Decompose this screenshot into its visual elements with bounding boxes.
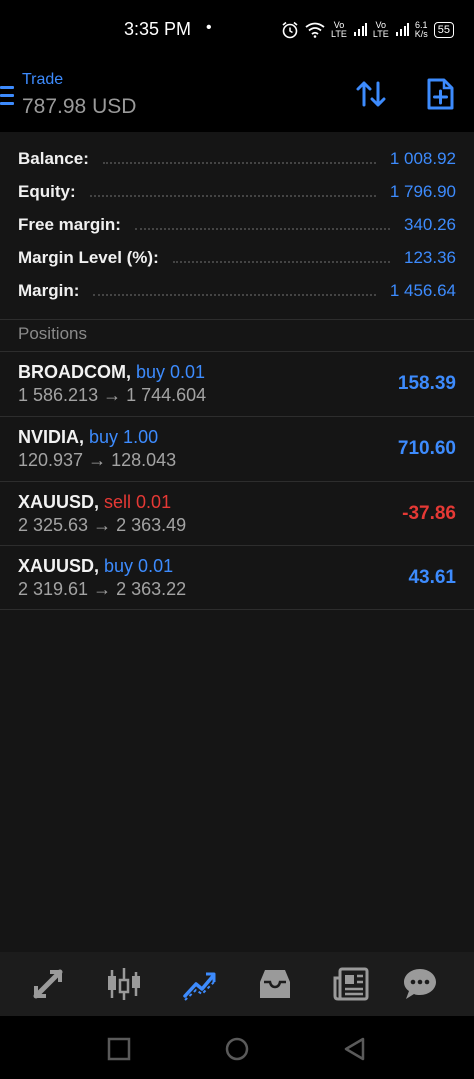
wifi-icon [305,22,325,38]
dotted-leader [89,194,376,197]
dotted-leader [134,227,390,230]
summary-value: 1 008.92 [389,148,456,168]
net1-bottom: LTE [331,29,347,39]
position-profit: -37.86 [402,503,456,524]
account-summary: Balance: 1 008.92 Equity: 1 796.90 Free … [0,132,474,320]
summary-label: Free margin: [18,214,121,234]
position-profit: 710.60 [397,438,456,459]
status-icons: Vo LTE Vo LTE 6.1 K/s 55 [281,17,454,43]
back-icon[interactable] [342,1036,368,1062]
net2-bottom: LTE [372,29,389,39]
summary-label: Balance: [18,148,89,168]
summary-row-margin: Margin: 1 456.64 [18,274,456,307]
positions-heading: Positions [18,324,87,343]
position-header: BROADCOM, buy 0.01 [18,362,205,383]
position-profit: 43.61 [408,567,456,588]
candlestick-icon[interactable] [106,966,142,1002]
divider [0,609,474,610]
summary-value: 1 796.90 [389,181,456,201]
position-prices: 1 586.213 → 1 744.604 [18,385,207,405]
position-symbol: NVIDIA, [18,427,85,447]
position-row[interactable]: XAUUSD, buy 0.01 2 319.61 → 2 363.22 43.… [0,546,474,610]
position-prices: 2 325.63 → 2 363.49 [18,515,187,535]
status-time: 3:35 PM [124,19,192,39]
position-type: buy 0.01 [104,556,174,576]
summary-label: Margin: [18,280,80,300]
network-label-2: Vo LTE [373,21,389,39]
position-row[interactable]: BROADCOM, buy 0.01 1 586.213 → 1 744.604… [0,352,474,416]
arrows-diagonal-icon[interactable] [30,966,66,1002]
speed-bottom: K/s [414,29,428,39]
position-profit: 158.39 [397,373,456,394]
trend-line-icon[interactable] [182,966,218,1002]
summary-row-equity: Equity: 1 796.90 [18,175,456,208]
home-icon[interactable] [224,1036,250,1062]
position-symbol: XAUUSD, [18,556,100,576]
summary-row-balance: Balance: 1 008.92 [18,142,456,175]
position-prices: 120.937 → 128.043 [18,450,177,470]
dotted-leader [172,260,390,263]
position-header: XAUUSD, buy 0.01 [18,556,173,577]
position-row[interactable]: NVIDIA, buy 1.00 120.937 → 128.043 710.6… [0,417,474,481]
chat-bubble-icon[interactable] [402,966,438,1002]
signal-icon [353,23,367,36]
summary-label: Margin Level (%): [18,247,159,267]
divider [0,319,474,320]
position-symbol: BROADCOM, [18,362,131,382]
position-type: buy 1.00 [89,427,159,447]
new-order-icon[interactable] [424,77,456,111]
alarm-icon [282,21,298,39]
menu-icon[interactable] [0,86,14,106]
summary-row-free-margin: Free margin: 340.26 [18,208,456,241]
recent-apps-icon[interactable] [106,1036,132,1062]
position-type: sell 0.01 [104,492,172,512]
network-label-1: Vo LTE [331,21,347,39]
newspaper-icon[interactable] [333,966,369,1002]
dotted-leader [93,293,376,296]
speed-indicator: 6.1 K/s [415,21,428,39]
summary-value: 123.36 [404,247,456,267]
status-dot: • [206,19,212,36]
status-bar: 3:35 PM • Vo LTE Vo LTE 6.1 K/s 55 [0,0,474,58]
page-title: Trade [22,71,64,88]
profit-total: 787.98 USD [22,95,137,118]
signal-icon-2 [395,23,409,36]
summary-value: 1 456.64 [389,280,456,300]
battery-icon: 55 [433,22,454,38]
dotted-leader [102,161,376,164]
summary-label: Equity: [18,181,76,201]
summary-row-margin-level: Margin Level (%): 123.36 [18,241,456,274]
position-prices: 2 319.61 → 2 363.22 [18,579,187,599]
system-nav-bar [0,1016,474,1079]
inbox-icon[interactable] [257,966,293,1002]
sort-icon[interactable] [355,78,387,110]
position-header: XAUUSD, sell 0.01 [18,492,171,513]
position-row[interactable]: XAUUSD, sell 0.01 2 325.63 → 2 363.49 -3… [0,482,474,546]
summary-value: 340.26 [404,214,456,234]
bottom-tab-bar [0,952,474,1016]
position-header: NVIDIA, buy 1.00 [18,427,158,448]
position-symbol: XAUUSD, [18,492,100,512]
position-type: buy 0.01 [136,362,206,382]
